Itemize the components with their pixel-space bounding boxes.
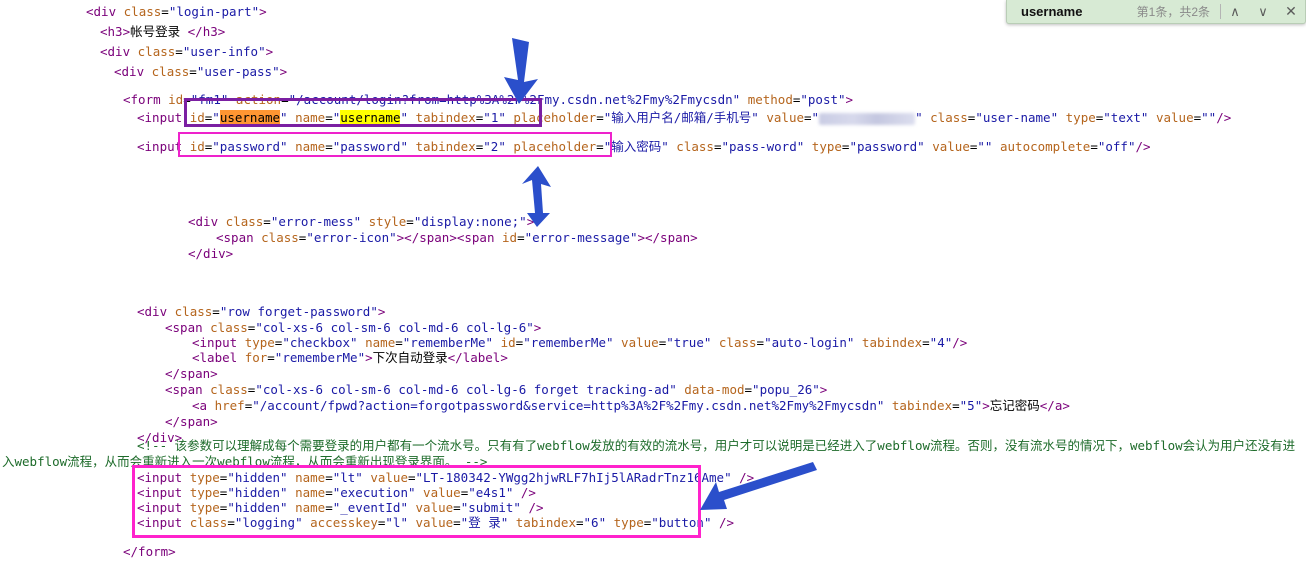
code-line: <h3>帐号登录 </h3> bbox=[100, 24, 226, 39]
find-query-text[interactable]: username bbox=[1007, 4, 1082, 19]
code-line: <div class="login-part"> bbox=[86, 4, 267, 19]
code-line: <div class="user-info"> bbox=[100, 44, 274, 59]
find-next-icon[interactable]: ∨ bbox=[1249, 4, 1277, 20]
code-line: <label for="rememberMe">下次自动登录</label> bbox=[192, 350, 508, 365]
code-line: <input id="username" name="username" tab… bbox=[137, 110, 1232, 125]
arrow-pointer-password bbox=[522, 166, 551, 227]
code-line: <input id="password" name="password" tab… bbox=[137, 139, 1151, 154]
find-match-count: 第1条，共2条 bbox=[1136, 5, 1210, 19]
html-source-code-view[interactable]: <div class="login-part"> <h3>帐号登录 </h3> <d… bbox=[0, 0, 1306, 560]
code-line: <div class="user-pass"> bbox=[114, 64, 288, 79]
find-close-icon[interactable]: ✕ bbox=[1277, 3, 1305, 20]
code-line: </div> bbox=[188, 246, 234, 261]
find-in-page-bar[interactable]: username 第1条，共2条 ∧ ∨ ✕ bbox=[1006, 0, 1306, 24]
find-previous-icon[interactable]: ∧ bbox=[1221, 4, 1249, 20]
code-line: <form id="fm1" action="/account/login?fr… bbox=[123, 92, 854, 107]
code-line: </form> bbox=[123, 544, 176, 559]
code-line: <a href="/account/fpwd?action=forgotpass… bbox=[192, 398, 1070, 413]
arrow-pointer-hidden-inputs bbox=[700, 462, 817, 510]
arrow-pointer-username bbox=[504, 38, 538, 104]
code-line: <span class="error-icon"></span><span id… bbox=[216, 230, 698, 245]
code-line: <input class="logging" accesskey="l" val… bbox=[137, 515, 735, 530]
